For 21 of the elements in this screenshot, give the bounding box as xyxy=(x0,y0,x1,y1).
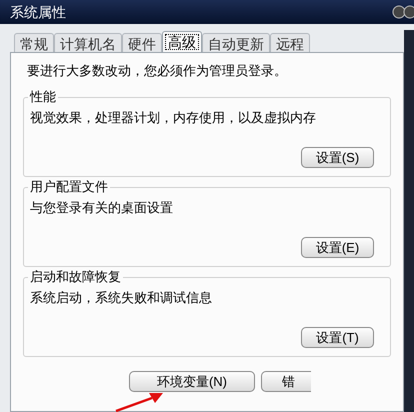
group-title: 用户配置文件 xyxy=(28,178,110,194)
group-title: 性能 xyxy=(28,88,58,104)
group-description: 视觉效果，处理器计划，内存使用，以及虚拟内存 xyxy=(30,108,317,126)
window-controls-icon[interactable] xyxy=(392,5,414,19)
tab[interactable]: 高级 xyxy=(162,31,202,53)
arrow-annotation xyxy=(114,392,164,412)
tab[interactable]: 硬件 xyxy=(122,33,162,52)
tab[interactable]: 常规 xyxy=(14,33,54,52)
tab[interactable]: 计算机名 xyxy=(54,33,122,52)
partial-button[interactable]: 错 xyxy=(261,370,311,392)
window-title: 系统属性 xyxy=(10,2,66,22)
group-description: 系统启动，系统失败和调试信息 xyxy=(30,288,213,306)
admin-notice: 要进行大多数改动，您必须作为管理员登录。 xyxy=(26,62,288,80)
settings-button[interactable]: 设置(E) xyxy=(301,236,374,258)
environment-variables-button[interactable]: 环境变量(N) xyxy=(129,370,255,392)
tab[interactable]: 远程 xyxy=(270,33,310,52)
group-title: 启动和故障恢复 xyxy=(28,268,123,284)
tab[interactable]: 自动更新 xyxy=(202,33,270,52)
settings-button[interactable]: 设置(S) xyxy=(301,146,374,168)
settings-button[interactable]: 设置(T) xyxy=(301,326,374,348)
group-description: 与您登录有关的桌面设置 xyxy=(30,198,174,216)
